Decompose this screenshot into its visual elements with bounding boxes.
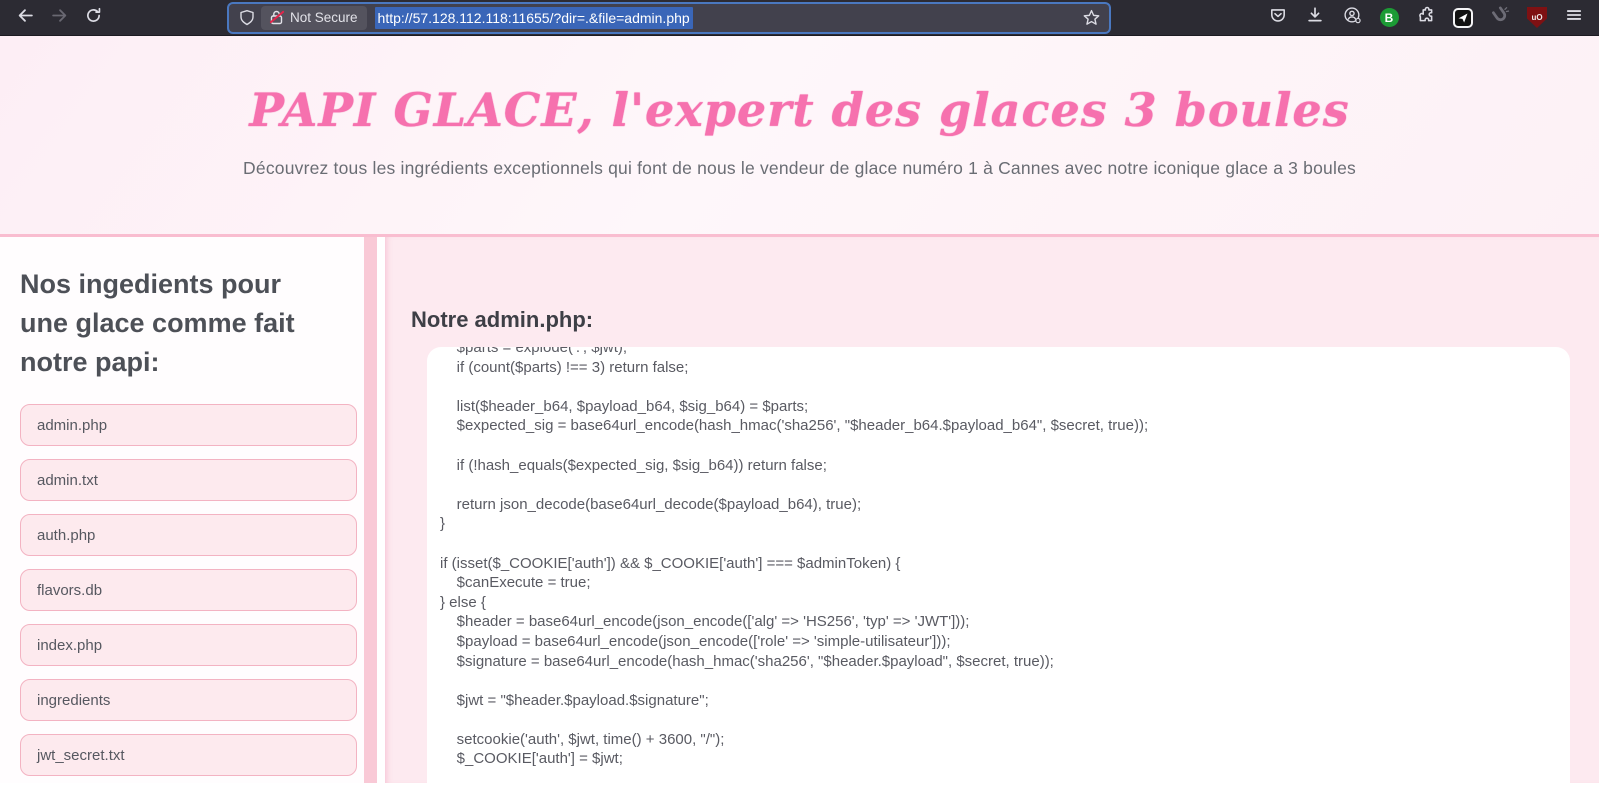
- code-line: $parts = explode('.', $jwt);: [440, 347, 628, 356]
- main-panel: Notre admin.php: $parts = explode('.', $…: [385, 237, 1599, 783]
- green-extension-icon: B: [1379, 8, 1399, 27]
- page-title: PAPI GLACE, l'expert des glaces 3 boules: [249, 83, 1350, 137]
- back-button[interactable]: [10, 3, 40, 33]
- browser-toolbar: Not Secure http://57.128.112.118:11655/?…: [0, 0, 1599, 36]
- back-arrow-icon: [17, 7, 34, 29]
- hero-header: PAPI GLACE, l'expert des glaces 3 boules…: [0, 36, 1599, 237]
- ublock-shield-icon: uO: [1527, 7, 1547, 28]
- code-line: if (isset($_COOKIE['auth']) && $_COOKIE[…: [440, 554, 901, 572]
- broken-lock-icon: [269, 10, 285, 25]
- php-source-code: $parts = explode('.', $jwt); if (count($…: [440, 347, 1552, 769]
- browser-window: Not Secure http://57.128.112.118:11655/?…: [0, 0, 1599, 786]
- file-button[interactable]: flavors.db: [20, 569, 357, 611]
- reload-icon: [85, 7, 102, 29]
- pocket-icon: [1269, 6, 1287, 29]
- file-button[interactable]: ingredients: [20, 679, 357, 721]
- web-page: PAPI GLACE, l'expert des glaces 3 boules…: [0, 36, 1599, 786]
- code-block[interactable]: $parts = explode('.', $jwt); if (count($…: [427, 347, 1570, 783]
- security-label: Not Secure: [290, 10, 358, 25]
- forward-arrow-icon: [51, 7, 68, 29]
- extensions-button[interactable]: [1411, 3, 1441, 33]
- download-icon: [1306, 6, 1324, 29]
- content-area: Nos ingedients pour une glace comme fait…: [0, 237, 1599, 783]
- code-line: } else {: [440, 593, 486, 611]
- code-line: $expected_sig = base64url_encode(hash_hm…: [440, 417, 1149, 435]
- file-button[interactable]: admin.txt: [20, 459, 357, 501]
- toolbar-extensions-area: B uO: [1263, 3, 1589, 33]
- url-bar[interactable]: Not Secure http://57.128.112.118:11655/?…: [229, 3, 1109, 32]
- code-line: }: [440, 515, 446, 533]
- file-button[interactable]: auth.php: [20, 514, 357, 556]
- code-line: return json_decode(base64url_decode($pay…: [440, 495, 862, 513]
- forward-button[interactable]: [44, 3, 74, 33]
- send-extension-button[interactable]: [1448, 3, 1478, 33]
- code-line: list($header_b64, $payload_b64, $sig_b64…: [440, 397, 809, 415]
- code-line: $canExecute = true;: [440, 574, 591, 592]
- reload-button[interactable]: [78, 3, 108, 33]
- ingredients-sidebar: Nos ingedients pour une glace comme fait…: [0, 237, 377, 783]
- page-subtitle: Découvrez tous les ingrédients exception…: [243, 158, 1356, 178]
- file-list: admin.php admin.txt auth.php flavors.db …: [20, 404, 357, 776]
- ublock-origin-button[interactable]: uO: [1522, 3, 1552, 33]
- account-button[interactable]: [1337, 3, 1367, 33]
- code-line: $jwt = "$header.$payload.$signature";: [440, 691, 709, 709]
- code-line: $header = base64url_encode(json_encode([…: [440, 613, 970, 631]
- file-button[interactable]: admin.php: [20, 404, 357, 446]
- pocket-button[interactable]: [1263, 3, 1293, 33]
- sidebar-heading: Nos ingedients pour une glace comme fait…: [20, 269, 295, 377]
- green-extension-button[interactable]: B: [1374, 3, 1404, 33]
- code-line: setcookie('auth', $jwt, time() + 3600, "…: [440, 730, 725, 748]
- bookmark-star-icon[interactable]: [1079, 9, 1103, 26]
- file-button[interactable]: jwt_secret.txt: [20, 734, 357, 776]
- site-identity-chip[interactable]: Not Secure: [261, 5, 367, 30]
- menu-button[interactable]: [1559, 3, 1589, 33]
- puzzle-icon: [1417, 6, 1435, 29]
- hamburger-icon: [1565, 6, 1583, 29]
- tracking-shield-icon[interactable]: [233, 9, 261, 26]
- code-line: $_COOKIE['auth'] = $jwt;: [440, 750, 623, 768]
- code-section-heading: Notre admin.php:: [411, 307, 594, 332]
- magnet-icon: [1491, 6, 1510, 30]
- paper-plane-icon: [1453, 7, 1473, 28]
- downloads-button[interactable]: [1300, 3, 1330, 33]
- account-icon: [1343, 6, 1362, 30]
- code-line: if (!hash_equals($expected_sig, $sig_b64…: [440, 456, 827, 474]
- code-line: $signature = base64url_encode(hash_hmac(…: [440, 652, 1054, 670]
- code-line: if (count($parts) !== 3) return false;: [440, 358, 689, 376]
- url-text-selected[interactable]: http://57.128.112.118:11655/?dir=.&file=…: [374, 6, 693, 29]
- file-button[interactable]: index.php: [20, 624, 357, 666]
- code-line: $payload = base64url_encode(json_encode(…: [440, 632, 951, 650]
- magnet-extension-button[interactable]: [1485, 3, 1515, 33]
